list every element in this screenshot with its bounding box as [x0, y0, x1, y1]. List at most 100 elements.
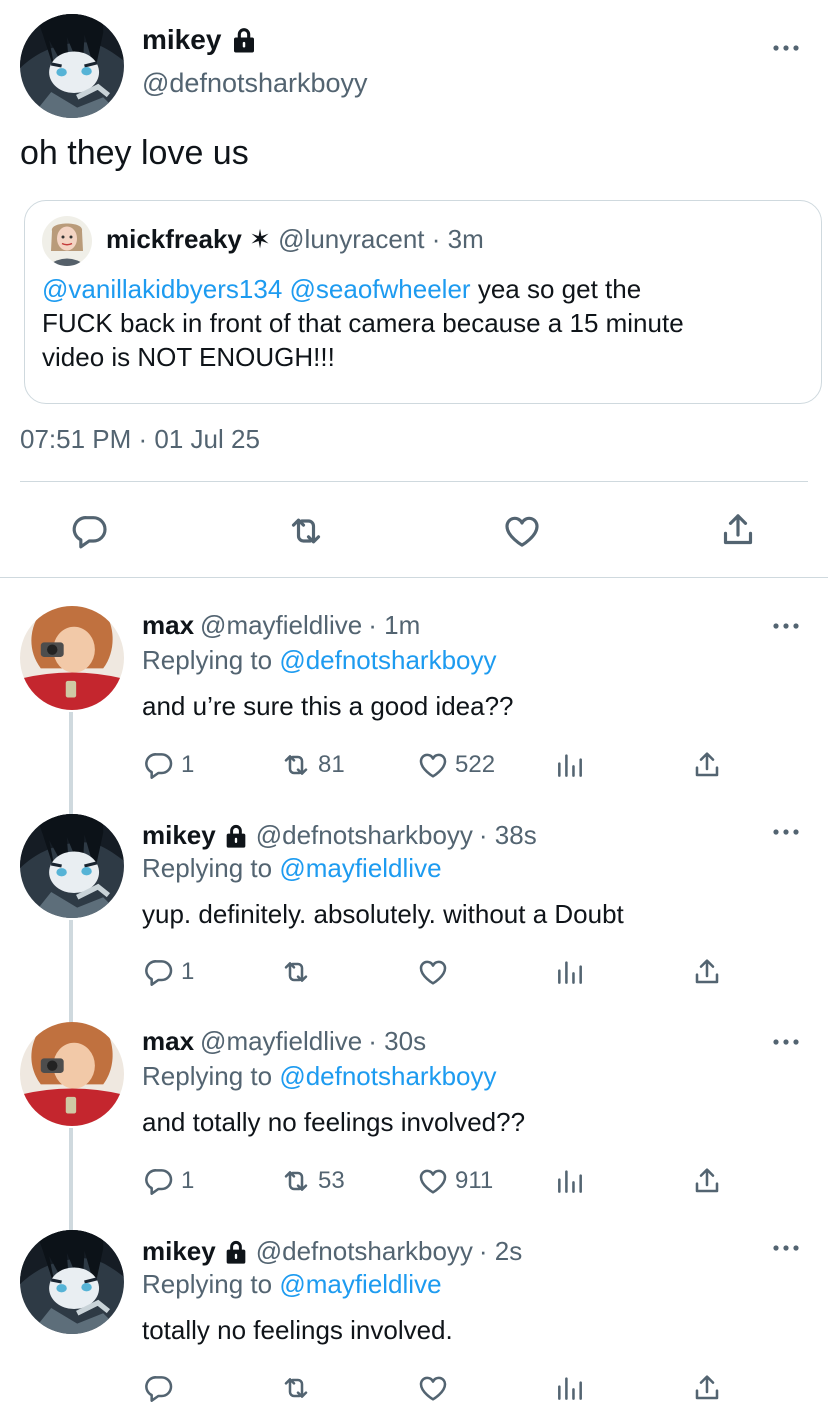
avatar[interactable] — [20, 1230, 124, 1334]
more-icon[interactable] — [766, 616, 806, 636]
views-icon — [554, 1372, 586, 1404]
quoted-author-badge: ✶ — [249, 224, 271, 254]
reply-header: mikey @defnotsharkboyy · 2s — [142, 1236, 522, 1267]
more-icon[interactable] — [766, 38, 806, 58]
replying-to: Replying to @defnotsharkboyy — [142, 645, 497, 676]
tweet-timestamp[interactable]: 07:51 PM · 01 Jul 25 — [20, 424, 260, 455]
share-button[interactable] — [691, 1165, 723, 1197]
reply-time: · 38s — [478, 820, 537, 850]
replying-to-link[interactable]: @mayfieldlive — [279, 1269, 441, 1299]
avatar[interactable] — [20, 814, 124, 918]
retweet-count: 53 — [318, 1167, 345, 1194]
quoted-author-handle: @lunyracent — [278, 224, 425, 254]
like-button[interactable] — [417, 1372, 449, 1404]
reply-button[interactable]: 1 — [143, 956, 194, 988]
reply-icon — [143, 1372, 175, 1404]
reply-author-handle[interactable]: @defnotsharkboyy — [256, 1236, 473, 1267]
views-icon — [554, 1165, 586, 1197]
quoted-text-line1: yea so get the — [470, 274, 642, 304]
share-icon — [691, 956, 723, 988]
reply-author-name[interactable]: max — [142, 1026, 194, 1057]
reply-text: and u’re sure this a good idea?? — [142, 691, 514, 721]
like-button[interactable]: 522 — [417, 749, 495, 781]
reply-icon — [143, 956, 175, 988]
reply-time: · 30s — [368, 1026, 427, 1056]
lock-icon — [229, 25, 259, 55]
reply-icon[interactable] — [70, 511, 110, 551]
thread-line — [69, 712, 73, 818]
replying-to: Replying to @mayfieldlive — [142, 1269, 442, 1300]
avatar[interactable] — [20, 14, 124, 118]
like-icon — [417, 1372, 449, 1404]
avatar[interactable] — [20, 1022, 124, 1126]
reply-author-handle[interactable]: @mayfieldlive — [200, 610, 362, 641]
replying-to-link[interactable]: @mayfieldlive — [279, 853, 441, 883]
reply-text: and totally no feelings involved?? — [142, 1107, 526, 1137]
retweet-button[interactable] — [280, 956, 312, 988]
retweet-button[interactable] — [280, 1372, 312, 1404]
reply-count: 1 — [181, 751, 195, 778]
reply-icon — [143, 1165, 175, 1197]
replying-to: Replying to @mayfieldlive — [142, 853, 442, 884]
section-divider — [0, 577, 828, 578]
like-icon — [417, 956, 449, 988]
reply-time: · 1m — [368, 610, 421, 640]
retweet-icon — [280, 1372, 312, 1404]
reply-button[interactable]: 1 — [143, 1165, 194, 1197]
quoted-avatar — [42, 216, 92, 266]
replying-to: Replying to @defnotsharkboyy — [142, 1061, 497, 1092]
retweet-count: 81 — [318, 751, 345, 778]
reply-button[interactable]: 1 — [143, 749, 194, 781]
retweet-icon — [280, 1165, 312, 1197]
retweet-icon — [280, 956, 312, 988]
replying-to-prefix: Replying to — [142, 1269, 273, 1299]
thread-line — [69, 1128, 73, 1232]
reply-author-name[interactable]: max — [142, 610, 194, 641]
like-icon — [417, 1165, 449, 1197]
like-icon[interactable] — [502, 511, 542, 551]
mention-link[interactable]: @vanillakidbyers134 — [42, 274, 282, 304]
retweet-button[interactable]: 53 — [280, 1165, 345, 1197]
quoted-tweet-text: @vanillakidbyers134 @seaofwheeler yea so… — [42, 272, 802, 374]
more-icon[interactable] — [766, 1238, 806, 1258]
views-icon — [554, 956, 586, 988]
tweet-text: oh they love us — [20, 134, 249, 172]
reply-author-name[interactable]: mikey — [142, 1236, 216, 1267]
reply-author-handle[interactable]: @mayfieldlive — [200, 1026, 362, 1057]
like-button[interactable] — [417, 956, 449, 988]
lock-icon — [222, 1238, 250, 1266]
retweet-button[interactable]: 81 — [280, 749, 345, 781]
retweet-icon[interactable] — [286, 511, 326, 551]
share-button[interactable] — [691, 956, 723, 988]
reply-author-name[interactable]: mikey — [142, 820, 216, 851]
divider — [20, 481, 808, 482]
quoted-author-name: mickfreaky — [106, 224, 242, 254]
share-button[interactable] — [691, 1372, 723, 1404]
lock-icon — [222, 822, 250, 850]
replying-to-prefix: Replying to — [142, 853, 273, 883]
views-button[interactable] — [554, 956, 586, 988]
reply-button[interactable] — [143, 1372, 175, 1404]
views-button[interactable] — [554, 1372, 586, 1404]
reply-count: 1 — [181, 958, 195, 985]
views-button[interactable] — [554, 1165, 586, 1197]
replying-to-link[interactable]: @defnotsharkboyy — [279, 1061, 496, 1091]
reply-author-handle[interactable]: @defnotsharkboyy — [256, 820, 473, 851]
author-name[interactable]: mikey — [142, 24, 259, 56]
reply-header: mikey @defnotsharkboyy · 38s — [142, 820, 537, 851]
retweet-icon — [280, 749, 312, 781]
views-icon — [554, 749, 586, 781]
mention-link[interactable]: @seaofwheeler — [290, 274, 471, 304]
more-icon[interactable] — [766, 822, 806, 842]
replying-to-link[interactable]: @defnotsharkboyy — [279, 645, 496, 675]
share-icon[interactable] — [718, 510, 758, 550]
more-icon[interactable] — [766, 1032, 806, 1052]
reply-header: max @mayfieldlive · 30s — [142, 1026, 426, 1057]
like-button[interactable]: 911 — [417, 1165, 493, 1197]
views-button[interactable] — [554, 749, 586, 781]
quoted-text-line2: FUCK back in front of that camera becaus… — [42, 308, 684, 338]
share-button[interactable] — [691, 749, 723, 781]
author-handle[interactable]: @defnotsharkboyy — [142, 68, 368, 99]
reply-header: max @mayfieldlive · 1m — [142, 610, 420, 641]
avatar[interactable] — [20, 606, 124, 710]
